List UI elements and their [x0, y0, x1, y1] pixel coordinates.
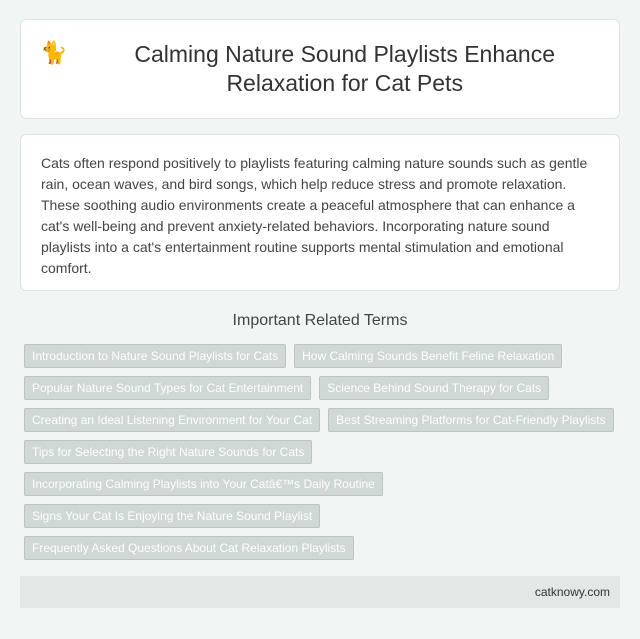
footer-site-link[interactable]: catknowy.com [535, 585, 610, 599]
cat-icon: 🐈 [40, 40, 68, 65]
related-term-tag[interactable]: Frequently Asked Questions About Cat Rel… [24, 536, 354, 560]
related-terms-list: Introduction to Nature Sound Playlists f… [24, 344, 624, 568]
related-terms-heading: Important Related Terms [232, 312, 408, 329]
related-term-tag[interactable]: Tips for Selecting the Right Nature Soun… [24, 440, 313, 464]
footer: catknowy.com [20, 576, 620, 608]
description-text: Cats often respond positively to playlis… [41, 155, 588, 276]
related-term-tag[interactable]: Incorporating Calming Playlists into You… [24, 472, 383, 496]
related-term-tag[interactable]: Best Streaming Platforms for Cat-Friendl… [328, 408, 614, 432]
tag-row: Creating an Ideal Listening Environment … [24, 408, 624, 432]
tag-row: Signs Your Cat Is Enjoying the Nature So… [24, 504, 624, 528]
page-title: Calming Nature Sound Playlists Enhance R… [134, 41, 556, 96]
tag-row: Tips for Selecting the Right Nature Soun… [24, 440, 624, 464]
related-term-tag[interactable]: Creating an Ideal Listening Environment … [24, 408, 321, 432]
related-term-tag[interactable]: Signs Your Cat Is Enjoying the Nature So… [24, 504, 321, 528]
tag-row: Popular Nature Sound Types for Cat Enter… [24, 376, 624, 400]
related-term-tag[interactable]: Science Behind Sound Therapy for Cats [319, 376, 550, 400]
title-wrap: 🐈 Calming Nature Sound Playlists Enhance… [40, 40, 600, 98]
related-term-tag[interactable]: Popular Nature Sound Types for Cat Enter… [24, 376, 312, 400]
tag-row: Incorporating Calming Playlists into You… [24, 472, 624, 496]
title-card: 🐈 Calming Nature Sound Playlists Enhance… [20, 19, 620, 119]
description-card: Cats often respond positively to playlis… [20, 134, 620, 291]
related-term-tag[interactable]: How Calming Sounds Benefit Feline Relaxa… [294, 344, 563, 368]
tag-row: Frequently Asked Questions About Cat Rel… [24, 536, 624, 560]
related-term-tag[interactable]: Introduction to Nature Sound Playlists f… [24, 344, 287, 368]
tag-row: Introduction to Nature Sound Playlists f… [24, 344, 624, 368]
